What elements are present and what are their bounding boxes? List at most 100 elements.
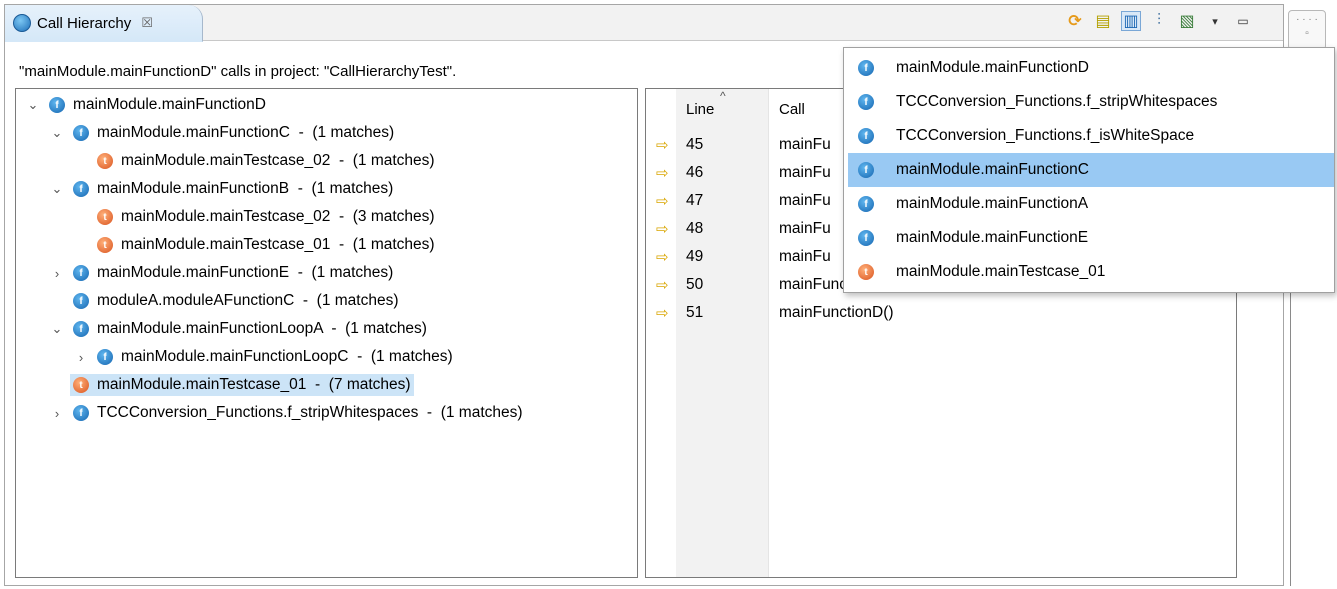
tree-node-label: mainModule.mainFunctionLoopC - (1 matche… [121,348,453,365]
restore-icon[interactable]: ▫ [1289,27,1325,41]
call-cell: mainFu [779,164,831,181]
tree-node-label: mainModule.mainFunctionD [73,96,266,113]
tree-node[interactable]: ⌄ f mainModule.mainFunctionB - (1 matches) [50,175,396,203]
tree-node[interactable]: › f mainModule.mainFunctionLoopC - (1 matc… [74,343,456,371]
history-item[interactable]: f TCCConversion_Functions.f_isWhiteSpace [848,119,1334,153]
document-icon[interactable]: ▤ [1093,11,1113,31]
function-icon: f [858,196,874,212]
line-number-cell: 49 [686,248,704,265]
tree-node[interactable]: ›tmainModule.mainTestcase_01 - (7 matche… [50,371,414,399]
call-cell: mainFu [779,248,831,265]
tree-node-content: t mainModule.mainTestcase_01 - (1 matches… [94,234,438,256]
tree-node[interactable]: ›fmoduleA.moduleAFunctionC - (1 matches) [50,287,402,315]
tree-node-content: t mainModule.mainTestcase_02 - (1 matches… [94,150,438,172]
function-icon: f [73,265,89,281]
history-item-label: mainModule.mainTestcase_01 [896,263,1106,280]
tree-node-content: f moduleA.moduleAFunctionC - (1 matches) [70,290,402,312]
history-item-label: mainModule.mainFunctionC [896,161,1089,178]
collapse-arrow-icon[interactable]: ⌄ [50,125,64,141]
tree-node[interactable]: ›tmainModule.mainTestcase_02 - (1 matche… [74,147,438,175]
function-icon: f [858,94,874,110]
call-cell: mainFunctionD() [779,304,894,321]
tab-label: Call Hierarchy [37,14,132,32]
call-marker-icon: ⇨ [656,277,669,294]
history-item-label: mainModule.mainFunctionE [896,229,1089,246]
tree-node[interactable]: › f TCCConversion_Functions.f_stripWhitesp… [50,399,526,427]
line-number-cell: 50 [686,276,704,293]
call-cell: mainFu [779,192,831,209]
table-row[interactable]: ⇨ 51 mainFunctionD() [646,299,1236,327]
history-item-label: TCCConversion_Functions.f_isWhiteSpace [896,127,1195,144]
expand-arrow-icon[interactable]: › [50,266,64,281]
view-tab-bar: Call Hierarchy ☒ ⟳ ▤ ▥ ⫶ ▧ ▾ ▭ [5,5,1283,42]
history-item[interactable]: f mainModule.mainFunctionD [848,51,1334,85]
hierarchy-icon[interactable]: ⫶ [1149,11,1169,31]
layout-icon[interactable]: ▥ [1121,11,1141,31]
expand-arrow-icon[interactable]: › [50,406,64,421]
tree-node-label: mainModule.mainFunctionLoopA - (1 matche… [97,320,427,337]
tree-node[interactable]: ›tmainModule.mainTestcase_02 - (3 matche… [74,203,438,231]
tree-node-label: moduleA.moduleAFunctionC - (1 matches) [97,292,399,309]
history-item-label: mainModule.mainFunctionA [896,195,1089,212]
tree-node-content: t mainModule.mainTestcase_01 - (7 matches… [70,374,414,396]
tree-node-label: mainModule.mainTestcase_02 - (1 matches) [121,152,435,169]
tree-node[interactable]: ⌄ f mainModule.mainFunctionLoopA - (1 matc… [50,315,430,343]
testcase-icon: t [97,209,113,225]
tree-node-label: mainModule.mainTestcase_02 - (3 matches) [121,208,435,225]
function-icon: f [858,230,874,246]
tab-call-hierarchy[interactable]: Call Hierarchy ☒ [5,5,203,42]
tree-node[interactable]: ›tmainModule.mainTestcase_01 - (1 matche… [74,231,438,259]
collapse-arrow-icon[interactable]: ⌄ [26,97,40,113]
history-item-label: TCCConversion_Functions.f_stripWhitespac… [896,93,1218,110]
line-number-cell: 46 [686,164,704,181]
function-icon: f [858,162,874,178]
call-tree[interactable]: ⌄ f mainModule.mainFunctionD ⌄ f mainModule.m… [15,88,638,578]
collapse-arrow-icon[interactable]: ⌄ [50,181,64,197]
column-header-call[interactable]: Call [779,101,805,118]
tree-node-label: TCCConversion_Functions.f_stripWhitespac… [97,404,523,421]
collapse-arrow-icon[interactable]: ⌄ [50,321,64,337]
testcase-icon: t [97,237,113,253]
history-item[interactable]: f mainModule.mainFunctionC [848,153,1334,187]
function-icon: f [73,181,89,197]
view-menu-icon[interactable]: ▾ [1205,11,1225,31]
column-header-line[interactable]: Line [686,101,714,118]
tree-node-label: mainModule.mainTestcase_01 - (1 matches) [121,236,435,253]
hierarchy-description: "mainModule.mainFunctionD" calls in proj… [19,63,457,80]
tree-node-label: mainModule.mainFunctionE - (1 matches) [97,264,394,281]
tree-node-content: f mainModule.mainFunctionB - (1 matches) [70,178,396,200]
tree-node[interactable]: › f mainModule.mainFunctionE - (1 matches) [50,259,396,287]
close-icon[interactable]: ☒ [141,15,153,31]
call-marker-icon: ⇨ [656,305,669,322]
history-item[interactable]: t mainModule.mainTestcase_01 [848,255,1334,289]
refresh-icon[interactable]: ⟳ [1065,11,1085,31]
tree-node-label: mainModule.mainFunctionB - (1 matches) [97,180,394,197]
history-item-label: mainModule.mainFunctionD [896,59,1089,76]
line-number-cell: 51 [686,304,704,321]
tree-node[interactable]: ⌄ f mainModule.mainFunctionD [26,91,269,119]
history-item[interactable]: f mainModule.mainFunctionA [848,187,1334,221]
history-item[interactable]: f TCCConversion_Functions.f_stripWhitespa… [848,85,1334,119]
minimized-stack[interactable]: · · · · ▫ [1288,10,1326,50]
view-toolbar: ⟳ ▤ ▥ ⫶ ▧ ▾ ▭ [1065,11,1253,31]
function-icon: f [858,60,874,76]
function-icon: f [73,125,89,141]
call-marker-icon: ⇨ [656,165,669,182]
call-marker-icon: ⇨ [656,249,669,266]
history-item[interactable]: f mainModule.mainFunctionE [848,221,1334,255]
tree-node[interactable]: ⌄ f mainModule.mainFunctionC - (1 matches) [50,119,397,147]
function-icon: f [73,405,89,421]
line-number-cell: 47 [686,192,704,209]
tree-node-content: f mainModule.mainFunctionLoopA - (1 match… [70,318,430,340]
tree-node-content: t mainModule.mainTestcase_02 - (3 matches… [94,206,438,228]
history-icon[interactable]: ▧ [1177,11,1197,31]
call-cell: mainFu [779,136,831,153]
call-marker-icon: ⇨ [656,221,669,238]
testcase-icon: t [73,377,89,393]
sort-indicator-icon: ^ [720,89,726,103]
minimize-icon[interactable]: ▭ [1233,11,1253,31]
call-cell: mainFu [779,220,831,237]
expand-arrow-icon[interactable]: › [74,350,88,365]
function-icon: f [73,321,89,337]
function-icon: f [73,293,89,309]
